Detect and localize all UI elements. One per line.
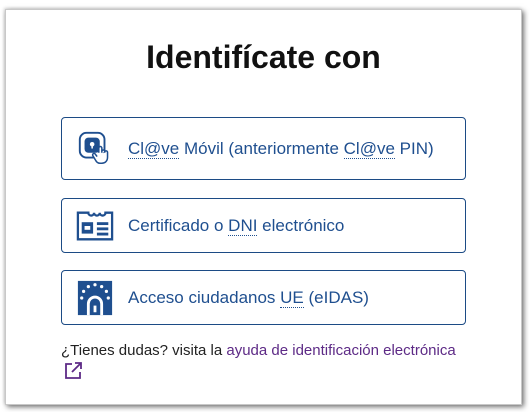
page-title: Identifícate con (146, 39, 381, 75)
dni-card-icon (76, 211, 114, 240)
eidas-label: Acceso ciudadanos UE (eIDAS) (128, 287, 369, 308)
external-link-icon[interactable] (63, 361, 83, 381)
help-text: ¿Tienes dudas? visita la ayuda de identi… (61, 342, 456, 359)
clave-movil-icon (78, 131, 109, 164)
help-link[interactable]: ayuda de identificación electrónica (226, 342, 455, 359)
clave-movil-label: Cl@ve Móvil (anteriormente Cl@ve PIN) (128, 138, 434, 159)
certificado-dni-button[interactable]: Certificado o DNI electrónico (61, 198, 466, 253)
eidas-button[interactable]: Acceso ciudadanos UE (eIDAS) (61, 270, 466, 325)
certificado-dni-label: Certificado o DNI electrónico (128, 215, 345, 236)
help-prefix: ¿Tienes dudas? visita la (61, 342, 227, 359)
eu-flag-lock-icon (77, 280, 113, 315)
clave-movil-button[interactable]: Cl@ve Móvil (anteriormente Cl@ve PIN) (61, 117, 466, 180)
